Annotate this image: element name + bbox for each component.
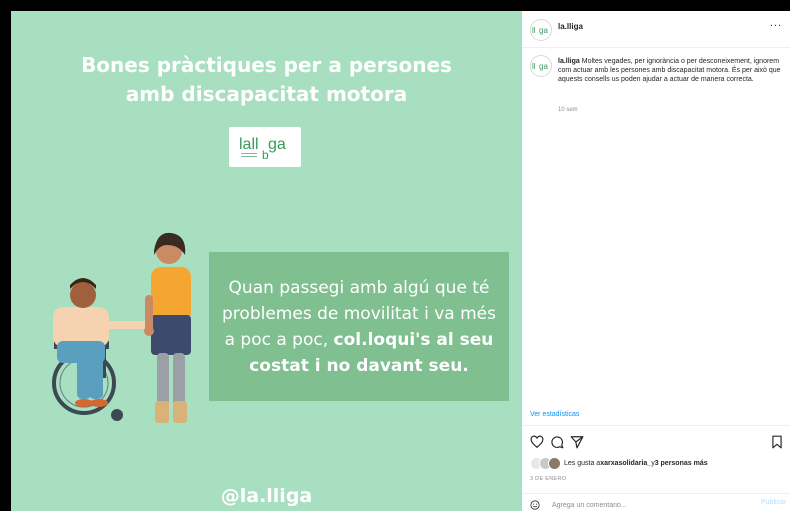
post-header: ll ga la.lliga ... xyxy=(522,11,790,48)
view-insights-link[interactable]: Ver estadísticas xyxy=(530,411,579,418)
caption-username[interactable]: la.lliga xyxy=(558,58,580,65)
post-handle: @la.lliga xyxy=(220,485,313,507)
emoji-icon[interactable] xyxy=(530,500,540,510)
quote-box: Quan passegi amb algú que té problemes d… xyxy=(209,252,509,401)
more-icon[interactable]: ... xyxy=(770,17,782,29)
svg-text:ll: ll xyxy=(532,26,536,35)
likes-summary[interactable]: Les gusta a xarxasolidaria_ y 3 personas… xyxy=(530,456,708,470)
logo-icon: ll ga xyxy=(532,62,548,71)
svg-text:ga: ga xyxy=(268,136,286,153)
headline-line-1: Bones pràctiques per a persones xyxy=(81,53,452,77)
likes-prefix: Les gusta a xyxy=(564,459,601,467)
post-caption: la.lliga Moltes vegades, per ignorància … xyxy=(558,57,786,84)
post-sidebar: ll ga la.lliga ... ll ga la.lliga Moltes… xyxy=(522,11,790,511)
quote-text: Quan passegi amb algú que té problemes d… xyxy=(218,275,500,379)
post-image[interactable]: Bones pràctiques per a persones amb disc… xyxy=(11,11,522,511)
caption-avatar[interactable]: ll ga xyxy=(530,55,552,77)
svg-text:b: b xyxy=(262,148,269,162)
logo-icon: ll ga xyxy=(532,26,548,35)
svg-text:lall: lall xyxy=(239,136,259,153)
caption-time: 10 sem xyxy=(558,107,578,113)
post-headline: Bones pràctiques per a persones amb disc… xyxy=(11,51,522,109)
heart-icon[interactable] xyxy=(530,435,544,449)
share-icon[interactable] xyxy=(570,435,584,449)
likes-user[interactable]: xarxasolidaria_ xyxy=(600,460,651,467)
divider xyxy=(522,425,790,426)
header-avatar[interactable]: ll ga xyxy=(530,19,552,41)
people-illustration xyxy=(52,232,191,423)
svg-text:ga: ga xyxy=(539,62,548,71)
caption-text: Moltes vegades, per ignorància o per des… xyxy=(558,58,781,83)
comment-input[interactable] xyxy=(552,498,742,511)
post-date: 3 DE ENERO xyxy=(530,476,567,482)
svg-text:ga: ga xyxy=(539,26,548,35)
lalliga-logo: lall ga b xyxy=(229,127,301,167)
logo-icon: lall ga b xyxy=(239,136,286,162)
svg-text:ll: ll xyxy=(532,62,536,71)
liker-avatar xyxy=(548,456,561,470)
post-modal: Bones pràctiques per a persones amb disc… xyxy=(11,11,790,511)
comment-icon[interactable] xyxy=(550,435,564,449)
publish-button[interactable]: Publicar xyxy=(761,499,786,506)
header-username[interactable]: la.lliga xyxy=(558,22,583,31)
bookmark-icon[interactable] xyxy=(770,435,784,449)
likes-count[interactable]: 3 personas más xyxy=(655,460,708,467)
divider xyxy=(522,493,790,494)
headline-line-2: amb discapacitat motora xyxy=(125,82,408,106)
